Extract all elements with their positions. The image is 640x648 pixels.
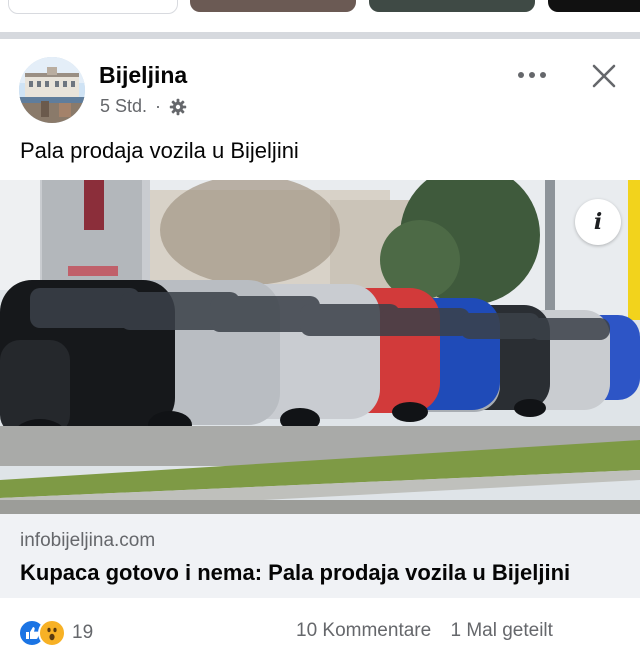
post-time[interactable]: 5 Std.: [100, 96, 147, 117]
link-title[interactable]: Kupaca gotovo i nema: Pala prodaja vozil…: [20, 560, 570, 586]
gear-icon: [169, 98, 187, 115]
page-name[interactable]: Bijeljina: [99, 62, 187, 89]
image-info-button[interactable]: i: [575, 199, 621, 245]
post-image[interactable]: [0, 180, 640, 514]
top-chip-row: [0, 0, 640, 22]
close-icon: [592, 64, 616, 88]
avatar-image: [19, 57, 85, 123]
wow-icon: [38, 619, 66, 647]
section-divider: [0, 32, 640, 39]
top-chip-4[interactable]: [548, 0, 640, 12]
top-chip-2[interactable]: [190, 0, 356, 12]
post-meta: 5 Std. ·: [100, 96, 187, 117]
reactions-summary[interactable]: 19: [18, 618, 93, 648]
shares-count[interactable]: 1 Mal geteilt: [450, 620, 552, 641]
more-options-button[interactable]: [510, 58, 554, 92]
top-chip-3[interactable]: [369, 0, 535, 12]
more-dots-icon: [518, 72, 546, 78]
page-avatar[interactable]: [19, 57, 85, 123]
info-icon: i: [593, 209, 603, 235]
comments-count[interactable]: 10 Kommentare: [296, 620, 431, 641]
engagement-stats: 10 Kommentare 1 Mal geteilt: [296, 620, 553, 642]
cars-photo: [0, 180, 640, 514]
link-domain[interactable]: infobijeljina.com: [20, 530, 155, 552]
close-button[interactable]: [584, 56, 624, 96]
top-chip-1[interactable]: [8, 0, 178, 14]
post-text: Pala prodaja vozila u Bijeljini: [20, 138, 299, 163]
meta-separator: ·: [155, 96, 162, 116]
reaction-count: 19: [72, 622, 94, 643]
